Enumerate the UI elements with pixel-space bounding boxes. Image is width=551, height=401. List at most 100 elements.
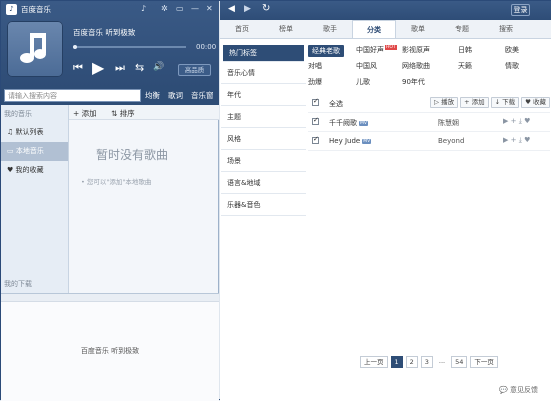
feedback-link[interactable]: 💬 意见反馈	[499, 385, 538, 395]
mv-badge[interactable]: MV	[359, 120, 368, 126]
tag-item[interactable]: 儿歌	[356, 77, 370, 87]
page-button[interactable]: ...	[435, 356, 449, 368]
artist-name[interactable]: 陈慧娴	[438, 118, 459, 128]
category-item[interactable]: 年代	[221, 84, 306, 106]
back-icon[interactable]: ◀	[228, 4, 235, 14]
play-icon[interactable]: ▶	[503, 117, 508, 125]
add-button[interactable]: + 添加	[73, 108, 97, 119]
tab-2[interactable]: 歌手	[308, 20, 352, 38]
login-button[interactable]: 登录	[511, 4, 530, 16]
album-cover	[7, 21, 63, 77]
heart-icon[interactable]: ♥	[524, 136, 530, 144]
heart-icon[interactable]: ♥	[524, 117, 530, 125]
close-icon[interactable]: ✕	[206, 4, 213, 13]
list-toolbar: + 添加 ⇅ 排序	[69, 105, 219, 120]
tag-label: 儿歌	[356, 78, 370, 86]
tag-item[interactable]: 天籁	[458, 61, 472, 71]
add-icon[interactable]: +	[511, 117, 517, 125]
row-checkbox[interactable]	[312, 135, 319, 144]
next-page-button[interactable]: 下一页	[470, 356, 498, 368]
category-item[interactable]: 场景	[221, 150, 306, 172]
next-icon[interactable]: ⏭	[115, 61, 125, 75]
download-icon[interactable]: ⤓	[519, 136, 522, 144]
sidebar-item-label: 本地音乐	[15, 147, 44, 155]
tag-label: 日韩	[458, 46, 472, 54]
tag-item[interactable]: 影视原声	[402, 45, 430, 55]
tag-label: 经典老歌	[312, 47, 340, 55]
forward-icon[interactable]: ▶	[244, 4, 251, 14]
play-time: 00:00	[196, 43, 217, 51]
tag-item[interactable]: 中国风	[356, 61, 377, 71]
previous-icon[interactable]: ⏮	[73, 61, 83, 75]
category-item[interactable]: 乐器&音色	[221, 194, 306, 216]
mini-panel-text: 百度音乐 听到极致	[80, 347, 140, 355]
empty-list-title: 暂时没有歌曲	[96, 148, 169, 162]
play-icon[interactable]: ▶	[92, 58, 104, 77]
row-actions: ▶ + ⤓ ♥	[503, 136, 530, 145]
tab-1[interactable]: 榜单	[264, 20, 308, 38]
tag-item[interactable]: 网络歌曲	[402, 61, 430, 71]
favorite-all-button[interactable]: ♥ 收藏	[521, 97, 551, 108]
music-window-button[interactable]: 音乐窗	[191, 90, 214, 101]
skin-icon[interactable]: ♪	[141, 4, 146, 13]
quality-button[interactable]: 高品质	[178, 64, 211, 76]
add-icon[interactable]: +	[511, 136, 517, 144]
lyrics-button[interactable]: 歌词	[168, 90, 183, 101]
volume-icon[interactable]: 🔊	[153, 62, 164, 72]
select-all-checkbox[interactable]	[312, 97, 319, 106]
category-item[interactable]: 热门标签	[223, 45, 304, 62]
category-item[interactable]: 风格	[221, 128, 306, 150]
page-button[interactable]: 3	[420, 356, 433, 368]
sidebar-item-default-list[interactable]: ♫ 默认列表	[1, 123, 68, 142]
artist-name[interactable]: Beyond	[438, 137, 464, 145]
sidebar-item-favorites[interactable]: ♥ 我的收藏	[1, 161, 68, 180]
sort-button[interactable]: ⇅ 排序	[111, 108, 135, 119]
page-button[interactable]: 1	[390, 356, 403, 368]
play-all-button[interactable]: ▷ 播放	[430, 97, 459, 108]
page-button[interactable]: 2	[405, 356, 418, 368]
song-name[interactable]: Hey Jude MV	[329, 137, 372, 145]
sidebar-item-label: 默认列表	[15, 128, 44, 136]
mini-mode-icon[interactable]: ▭	[176, 4, 184, 13]
page-button[interactable]: 54	[451, 356, 468, 368]
mv-badge[interactable]: MV	[362, 138, 372, 144]
tag-label: 天籁	[458, 62, 472, 70]
tab-4[interactable]: 歌单	[396, 20, 440, 38]
song-name[interactable]: 千千阙歌 MV	[329, 118, 368, 128]
category-item[interactable]: 语言&地域	[221, 172, 306, 194]
tag-item[interactable]: 90年代	[402, 77, 425, 87]
equalizer-button[interactable]: 均衡	[145, 90, 160, 101]
tab-5[interactable]: 专题	[440, 20, 484, 38]
tag-item[interactable]: 劲爆	[308, 77, 322, 87]
play-icon[interactable]: ▶	[503, 136, 508, 144]
table-header-row: 全选 ▷ 播放 + 添加 ↓ 下载 ♥ 收藏	[308, 94, 551, 113]
tag-label: 对唱	[308, 62, 322, 70]
tab-3[interactable]: 分类	[352, 20, 396, 38]
category-item[interactable]: 主题	[221, 106, 306, 128]
minimize-icon[interactable]: —	[191, 4, 199, 13]
table-row[interactable]: Hey JudeMV Beyond ▶ + ⤓ ♥	[308, 132, 550, 151]
tag-item[interactable]: 日韩	[458, 45, 472, 55]
settings-icon[interactable]: ✲	[161, 4, 168, 13]
sidebar-item-local-music[interactable]: ▭ 本地音乐	[1, 142, 68, 161]
tag-item[interactable]: 中国好声 HOT	[356, 45, 397, 55]
table-row[interactable]: 千千阙歌MV 陈慧娴 ▶ + ⤓ ♥	[308, 113, 550, 132]
tab-0[interactable]: 首页	[220, 20, 264, 38]
download-icon[interactable]: ⤓	[519, 117, 522, 125]
tag-item[interactable]: 对唱	[308, 61, 322, 71]
add-all-button[interactable]: + 添加	[460, 97, 489, 108]
progress-bar[interactable]	[73, 45, 186, 49]
tag-item[interactable]: 经典老歌	[308, 45, 344, 57]
category-item[interactable]: 音乐心情	[221, 62, 306, 84]
tag-item[interactable]: 情歌	[505, 61, 519, 71]
prev-page-button[interactable]: 上一页	[360, 356, 388, 368]
tab-6[interactable]: 搜索	[484, 20, 528, 38]
repeat-icon[interactable]: ⇆	[135, 61, 144, 74]
baidu-music-logo-icon: ♪	[6, 4, 17, 15]
refresh-icon[interactable]: ↻	[262, 3, 270, 14]
download-all-button[interactable]: ↓ 下载	[490, 97, 520, 108]
tag-item[interactable]: 欧美	[505, 45, 519, 55]
search-input[interactable]: 请输入搜索内容	[4, 89, 141, 102]
my-downloads[interactable]: 我的下载	[4, 279, 32, 289]
row-checkbox[interactable]	[312, 116, 319, 125]
